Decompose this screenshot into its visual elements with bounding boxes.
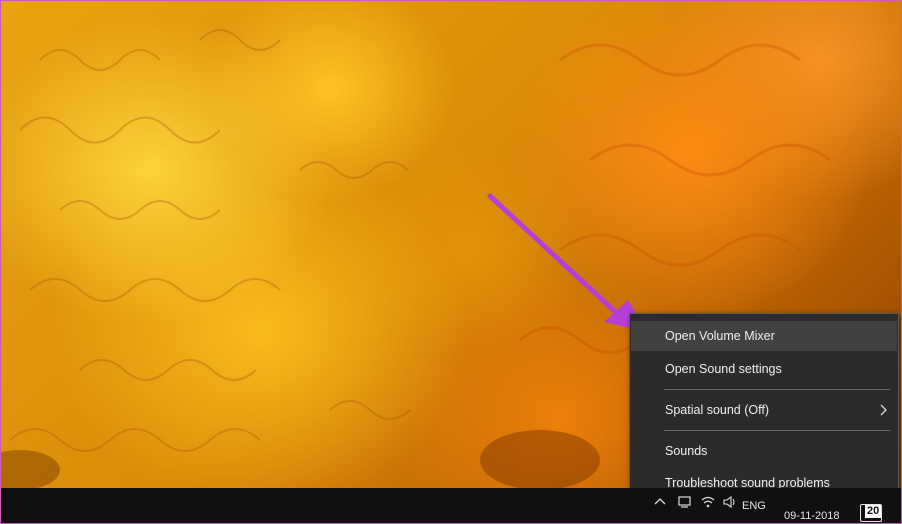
menu-separator	[664, 430, 890, 431]
network-icon[interactable]	[677, 494, 693, 510]
menu-item-spatial-sound[interactable]: Spatial sound (Off)	[631, 395, 897, 425]
menu-item-label: Open Sound settings	[665, 362, 782, 376]
menu-separator	[664, 389, 890, 390]
notification-count: 20	[865, 505, 882, 518]
chevron-right-icon	[880, 404, 887, 416]
chevron-up-icon[interactable]	[652, 494, 668, 510]
menu-item-label: Spatial sound (Off)	[665, 403, 769, 417]
menu-item-open-volume-mixer[interactable]: Open Volume Mixer	[631, 321, 897, 351]
taskbar: ENG 09-11-2018 20	[0, 488, 902, 524]
language-indicator[interactable]: ENG	[742, 500, 766, 512]
menu-item-label: Open Volume Mixer	[665, 329, 775, 343]
sound-context-menu: Open Volume Mixer Open Sound settings Sp…	[629, 313, 899, 507]
wifi-icon[interactable]	[700, 494, 716, 510]
volume-icon[interactable]	[722, 494, 738, 510]
menu-item-label: Sounds	[665, 444, 708, 458]
taskbar-date[interactable]: 09-11-2018	[784, 510, 839, 522]
action-center-button[interactable]: 20	[860, 504, 884, 522]
menu-item-sounds[interactable]: Sounds	[631, 436, 897, 466]
menu-item-open-sound-settings[interactable]: Open Sound settings	[631, 354, 897, 384]
